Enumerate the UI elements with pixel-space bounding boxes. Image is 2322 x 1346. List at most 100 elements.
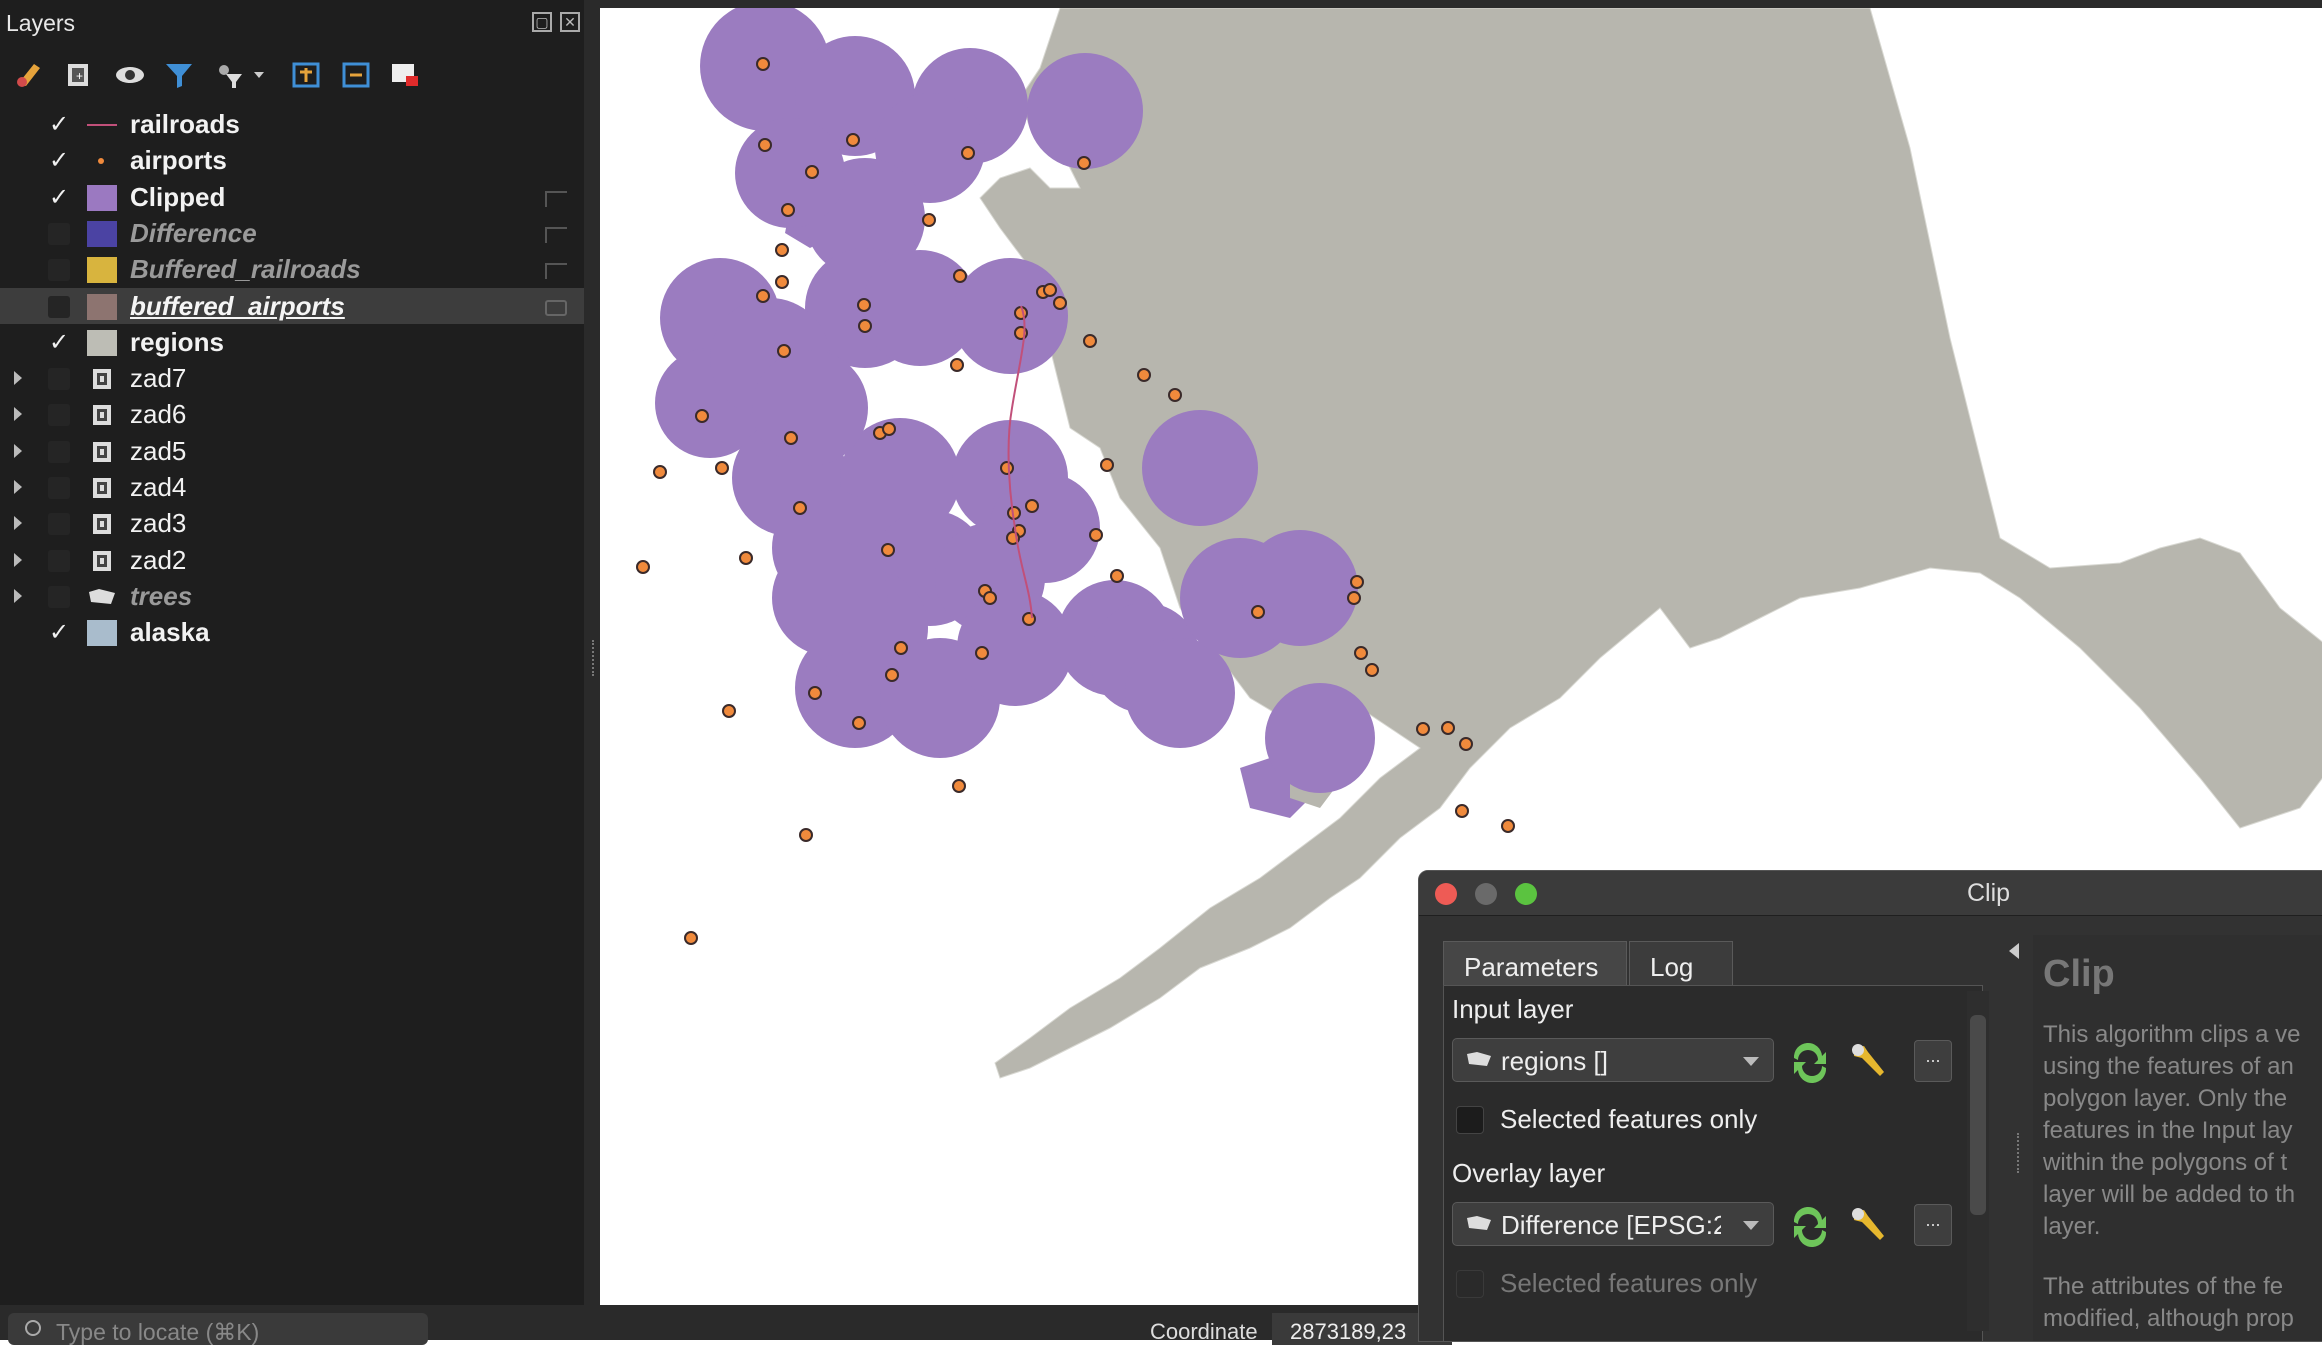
collapse-all-icon[interactable] — [338, 58, 374, 92]
layer-visibility-checkbox[interactable] — [48, 513, 70, 536]
layer-row-zad7[interactable]: zad7 — [0, 360, 584, 396]
filter-legend-icon[interactable] — [162, 58, 198, 92]
layer-visibility-checkbox[interactable] — [48, 585, 70, 608]
layer-row-zad3[interactable]: zad3 — [0, 505, 584, 541]
layer-row-zad6[interactable]: zad6 — [0, 396, 584, 432]
expand-arrow-icon[interactable] — [14, 516, 22, 531]
panel-title: Layers — [6, 10, 76, 36]
layer-name: zad2 — [130, 544, 187, 575]
layer-row-buffered_railroads[interactable]: Buffered_railroads — [0, 251, 584, 287]
overlay-layer-value: Difference [EPSG:2 — [1501, 1210, 1721, 1240]
search-icon — [25, 1320, 41, 1336]
expand-arrow-icon[interactable] — [14, 371, 22, 386]
layer-visibility-checkbox[interactable]: ✓ — [48, 113, 70, 137]
browse-button[interactable]: ... — [1914, 1040, 1952, 1082]
browse-button[interactable]: ... — [1914, 1204, 1952, 1246]
filter-by-expression-icon[interactable] — [212, 58, 272, 92]
overlay-layer-combo[interactable]: Difference [EPSG:2 — [1452, 1202, 1774, 1246]
tab-parameters[interactable]: Parameters — [1443, 941, 1627, 987]
locator-placeholder: Type to locate (⌘K) — [56, 1319, 260, 1345]
layer-indicator-icon[interactable] — [545, 190, 567, 207]
svg-text:+: + — [76, 69, 83, 83]
layer-indicator-icon[interactable] — [545, 263, 567, 280]
layer-row-regions[interactable]: ✓ regions — [0, 324, 584, 360]
coordinate-label: Coordinate — [1150, 1319, 1258, 1344]
remove-layer-icon[interactable] — [388, 58, 424, 92]
layer-visibility-checkbox[interactable]: ✓ — [48, 330, 70, 354]
layer-name: Clipped — [130, 181, 226, 212]
layer-icon — [87, 584, 117, 610]
tab-log[interactable]: Log — [1629, 941, 1733, 987]
parameters-scrollbar[interactable] — [1967, 991, 1989, 1331]
group-icon — [87, 475, 117, 501]
expand-arrow-icon[interactable] — [14, 443, 22, 458]
coordinate-value: 2873189,23 — [1290, 1319, 1407, 1344]
expand-all-icon[interactable] — [288, 58, 324, 92]
layer-visibility-checkbox[interactable]: ✓ — [48, 621, 70, 645]
layer-visibility-checkbox[interactable] — [48, 368, 70, 391]
expand-arrow-icon[interactable] — [14, 407, 22, 422]
layer-name: Buffered_railroads — [130, 254, 361, 285]
dialog-titlebar[interactable]: Clip — [1419, 871, 2322, 916]
layer-row-clipped[interactable]: ✓ Clipped — [0, 179, 584, 215]
fill-symbol-icon — [87, 184, 117, 211]
layer-name: railroads — [130, 109, 240, 139]
layer-visibility-checkbox[interactable] — [48, 477, 70, 499]
iterate-icon[interactable] — [1784, 1038, 1836, 1088]
layer-row-trees[interactable]: trees — [0, 578, 584, 614]
layer-row-railroads[interactable]: ✓ railroads — [0, 106, 584, 142]
layer-visibility-checkbox[interactable] — [48, 549, 70, 572]
layer-visibility-checkbox[interactable] — [48, 440, 70, 463]
layer-name: zad7 — [130, 363, 187, 394]
advanced-options-wrench-icon[interactable] — [1844, 1202, 1896, 1252]
fill-symbol-icon — [87, 620, 117, 647]
layer-visibility-checkbox[interactable] — [48, 295, 70, 318]
layer-row-alaska[interactable]: ✓ alaska — [0, 614, 584, 650]
layer-name: trees — [130, 580, 193, 611]
layer-name: zad5 — [130, 435, 187, 466]
layer-visibility-checkbox[interactable] — [48, 404, 70, 427]
expand-arrow-icon[interactable] — [14, 552, 22, 567]
iterate-icon[interactable] — [1784, 1202, 1836, 1252]
close-window-button[interactable] — [1435, 883, 1457, 905]
clip-dialog: Clip Parameters Log Input layer regions … — [1418, 870, 2322, 1342]
layer-row-zad2[interactable]: zad2 — [0, 542, 584, 578]
point-symbol-icon — [87, 148, 117, 174]
layer-row-difference[interactable]: Difference — [0, 215, 584, 251]
fill-symbol-icon — [87, 329, 117, 356]
overlay-selected-features-checkbox[interactable] — [1456, 1270, 1484, 1298]
overlay-selected-features-label: Selected features only — [1500, 1268, 1758, 1298]
layer-row-airports[interactable]: ✓ airports — [0, 142, 584, 178]
float-panel-icon[interactable]: ▢ — [532, 12, 552, 32]
selected-features-checkbox[interactable] — [1456, 1106, 1484, 1134]
zoom-window-button[interactable] — [1515, 883, 1537, 905]
style-manager-icon[interactable] — [12, 58, 48, 92]
layer-indicator-icon[interactable] — [545, 299, 567, 316]
dialog-splitter-grip[interactable] — [2017, 1133, 2023, 1173]
expand-arrow-icon[interactable] — [14, 480, 22, 494]
layer-visibility-checkbox[interactable] — [48, 222, 70, 245]
layer-visibility-checkbox[interactable] — [48, 259, 70, 282]
input-layer-combo[interactable]: regions [] — [1452, 1038, 1774, 1082]
scrollbar-thumb[interactable] — [1970, 1015, 1986, 1215]
layer-name: zad3 — [130, 508, 187, 539]
close-icon[interactable]: ✕ — [560, 12, 580, 32]
layer-row-zad4[interactable]: zad4 — [0, 469, 584, 505]
input-layer-label: Input layer — [1452, 994, 1574, 1024]
layer-name: buffered_airports — [130, 290, 345, 321]
add-group-icon[interactable]: + — [62, 58, 98, 92]
layer-row-buffered_airports[interactable]: buffered_airports — [0, 287, 584, 324]
layer-indicator-icon[interactable] — [545, 226, 567, 243]
collapse-help-icon[interactable] — [2009, 943, 2019, 959]
layer-name: zad6 — [130, 399, 187, 430]
minimize-window-button[interactable] — [1475, 883, 1497, 905]
line-symbol-icon — [87, 124, 117, 126]
group-icon — [87, 366, 117, 392]
expand-arrow-icon[interactable] — [14, 588, 22, 603]
layer-visibility-checkbox[interactable]: ✓ — [48, 185, 70, 209]
visibility-eye-icon[interactable] — [112, 58, 148, 92]
advanced-options-wrench-icon[interactable] — [1844, 1038, 1896, 1088]
layer-row-zad5[interactable]: zad5 — [0, 433, 584, 469]
polygon-layer-icon — [1467, 1052, 1491, 1066]
layer-visibility-checkbox[interactable]: ✓ — [48, 149, 70, 173]
